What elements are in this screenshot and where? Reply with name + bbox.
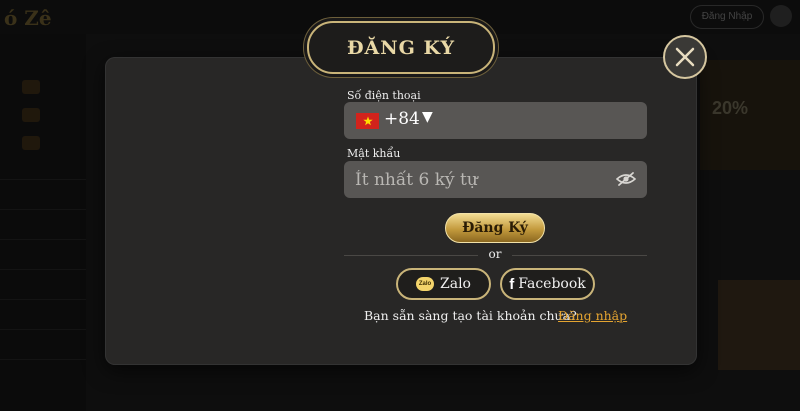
password-input[interactable] [355,161,605,198]
facebook-label: Facebook [518,276,586,292]
phone-label: Số điện thoại [347,89,421,102]
phone-field[interactable]: +84 ▼ [344,102,647,139]
password-field [344,161,647,198]
chevron-down-icon[interactable]: ▼ [422,109,433,125]
zalo-login-button[interactable]: Zalo Zalo [396,268,491,300]
modal-title-badge: ĐĂNG KÝ [307,21,495,74]
password-label: Mật khẩu [347,147,401,160]
divider-left [344,255,478,256]
or-separator: or [488,247,502,261]
divider-right [512,255,647,256]
facebook-icon: f [509,275,515,293]
close-button[interactable] [663,35,707,79]
modal-title: ĐĂNG KÝ [346,36,456,59]
vietnam-flag-icon [356,113,379,129]
register-submit-button[interactable]: Đăng Ký [445,213,545,243]
zalo-label: Zalo [440,276,471,292]
country-code[interactable]: +84 [384,109,420,129]
login-prompt-text: Bạn sẵn sàng tạo tài khoản chưa? [364,308,577,323]
zalo-icon: Zalo [416,277,434,291]
eye-slash-icon[interactable] [616,171,636,187]
facebook-login-button[interactable]: f Facebook [500,268,595,300]
login-link[interactable]: Đăng nhập [558,308,627,323]
close-icon [675,47,695,67]
